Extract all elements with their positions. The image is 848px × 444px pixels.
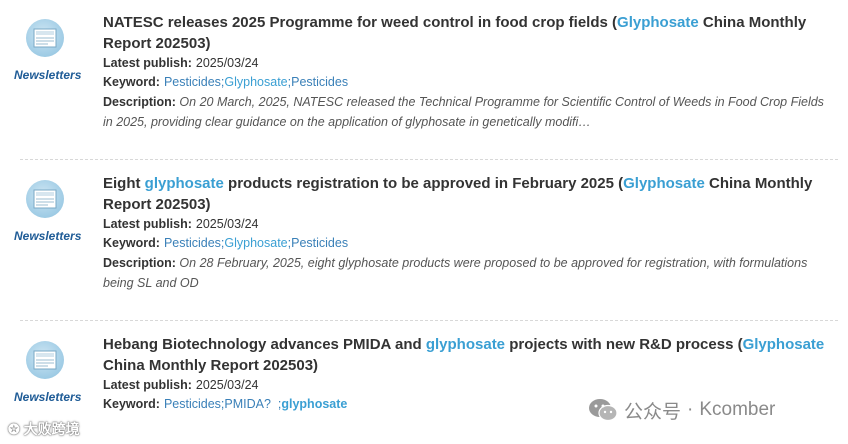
description-label: Description: bbox=[103, 256, 176, 270]
title-keyword-link[interactable]: Glyphosate bbox=[617, 14, 699, 31]
title-keyword-link[interactable]: glyphosate bbox=[426, 336, 505, 353]
entry-title[interactable]: NATESC releases 2025 Programme for weed … bbox=[103, 12, 833, 54]
title-keyword-link[interactable]: Glyphosate bbox=[743, 336, 825, 353]
newspaper-icon[interactable] bbox=[26, 180, 64, 218]
publish-row: Latest publish: 2025/03/24 bbox=[103, 376, 833, 395]
newspaper-icon[interactable] bbox=[26, 341, 64, 379]
publish-label: Latest publish: bbox=[103, 217, 192, 231]
publish-date: 2025/03/24 bbox=[195, 217, 259, 231]
keyword-values: Pesticides;Glyphosate;Pesticides bbox=[163, 75, 349, 89]
keyword-values: Pesticides;Glyphosate;Pesticides bbox=[163, 236, 349, 250]
keyword-row: Keyword: Pesticides;Glyphosate;Pesticides bbox=[103, 234, 833, 253]
wechat-icon bbox=[589, 399, 618, 422]
newspaper-icon[interactable] bbox=[26, 19, 64, 57]
category-label[interactable]: Newsletters bbox=[14, 68, 81, 82]
keyword-values: Pesticides;PMIDA? ;glyphosate bbox=[163, 397, 348, 411]
keyword-link[interactable]: glyphosate bbox=[281, 397, 347, 411]
entry-content: Eight glyphosate products registration t… bbox=[103, 173, 833, 293]
description-label: Description: bbox=[103, 95, 176, 109]
keyword-label: Keyword: bbox=[103, 397, 160, 411]
description-text: On 28 February, 2025, eight glyphosate p… bbox=[103, 256, 808, 290]
description-text: On 20 March, 2025, NATESC released the T… bbox=[103, 95, 824, 129]
description: Description: On 28 February, 2025, eight… bbox=[103, 253, 833, 293]
entry-title[interactable]: Eight glyphosate products registration t… bbox=[103, 173, 833, 215]
watermark-account: 公众号 bbox=[624, 401, 682, 423]
weibo-icon: ✪ bbox=[8, 421, 20, 437]
watermark-left: ✪ 大败跨境 bbox=[8, 421, 80, 437]
watermark-right: 公众号 · Kcomber bbox=[588, 396, 775, 424]
watermark-brand: Kcomber bbox=[699, 399, 776, 420]
title-keyword-link[interactable]: Glyphosate bbox=[623, 175, 705, 192]
publish-label: Latest publish: bbox=[103, 378, 192, 392]
keyword-link[interactable]: Glyphosate bbox=[224, 236, 287, 250]
title-keyword-link[interactable]: glyphosate bbox=[145, 175, 224, 192]
entry-title[interactable]: Hebang Biotechnology advances PMIDA and … bbox=[103, 334, 833, 376]
description: Description: On 20 March, 2025, NATESC r… bbox=[103, 92, 833, 132]
entry-content: NATESC releases 2025 Programme for weed … bbox=[103, 12, 833, 132]
publish-date: 2025/03/24 bbox=[195, 378, 259, 392]
publish-row: Latest publish: 2025/03/24 bbox=[103, 215, 833, 234]
publish-row: Latest publish: 2025/03/24 bbox=[103, 54, 833, 73]
keyword-row: Keyword: Pesticides;Glyphosate;Pesticides bbox=[103, 73, 833, 92]
category-label[interactable]: Newsletters bbox=[14, 390, 81, 404]
publish-label: Latest publish: bbox=[103, 56, 192, 70]
keyword-label: Keyword: bbox=[103, 75, 160, 89]
publish-date: 2025/03/24 bbox=[195, 56, 259, 70]
divider bbox=[20, 159, 838, 160]
keyword-link[interactable]: Glyphosate bbox=[224, 75, 287, 89]
divider bbox=[20, 320, 838, 321]
watermark-dot: · bbox=[687, 399, 694, 420]
category-label[interactable]: Newsletters bbox=[14, 229, 81, 243]
keyword-label: Keyword: bbox=[103, 236, 160, 250]
